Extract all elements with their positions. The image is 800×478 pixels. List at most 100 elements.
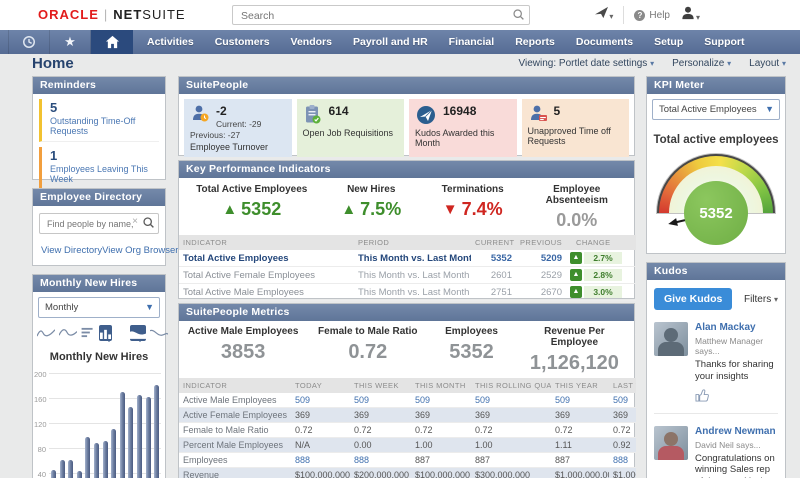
top-bar-divider bbox=[623, 6, 624, 24]
reminder-time-off[interactable]: 5 Outstanding Time-Off Requests bbox=[39, 99, 159, 142]
recent-records-button[interactable] bbox=[8, 30, 50, 54]
employee-directory-header[interactable]: Employee Directory bbox=[33, 189, 165, 206]
chart-type-line-2[interactable] bbox=[59, 325, 77, 339]
hires-chart-plot: 4080120160200 bbox=[49, 369, 161, 478]
trend-period-select[interactable]: Monthly ▼ bbox=[38, 297, 160, 318]
metrics-row[interactable]: Revenue$100,000,000$200,000,000$100,000,… bbox=[179, 468, 636, 478]
post-author-link[interactable]: Alan Mackay bbox=[695, 322, 778, 335]
kudos-actions: Give Kudos Filters ▾ bbox=[654, 288, 778, 310]
thumbs-up-icon[interactable] bbox=[695, 388, 778, 406]
bar[interactable] bbox=[51, 470, 56, 478]
chart-type-line-3[interactable] bbox=[150, 325, 168, 339]
give-kudos-button[interactable]: Give Kudos bbox=[654, 288, 732, 310]
bar[interactable] bbox=[137, 395, 142, 478]
bar[interactable] bbox=[128, 407, 133, 478]
people-search-icon[interactable] bbox=[142, 216, 155, 234]
chart-type-bar-active[interactable] bbox=[99, 325, 112, 341]
bar[interactable] bbox=[103, 441, 108, 478]
layout-dropdown[interactable]: Layout ▾ bbox=[749, 58, 786, 69]
logo-divider: | bbox=[104, 7, 108, 22]
metrics-headline-ratio: Female to Male Ratio 0.72 bbox=[307, 326, 428, 375]
metrics-header[interactable]: SuitePeople Metrics bbox=[179, 304, 634, 321]
kudos-filters-dropdown[interactable]: Filters ▾ bbox=[744, 294, 778, 305]
shortcuts-button[interactable]: ★ bbox=[50, 30, 91, 54]
suitepeople-portlet: SuitePeople -2 Current: -29 Previous: -2… bbox=[178, 76, 635, 156]
hires-trend-header[interactable]: Monthly New Hires Trend bbox=[33, 275, 165, 292]
home-tab[interactable] bbox=[91, 30, 133, 54]
metrics-table-header: INDICATORTODAYTHIS WEEKTHIS MONTHTHIS RO… bbox=[179, 378, 636, 393]
reminders-header[interactable]: Reminders bbox=[33, 77, 165, 94]
reminder-label[interactable]: Outstanding Time-Off Requests bbox=[50, 116, 159, 136]
page-title: Home bbox=[32, 55, 74, 72]
bar[interactable] bbox=[120, 392, 125, 478]
nav-documents[interactable]: Documents bbox=[576, 36, 633, 48]
nav-activities[interactable]: Activities bbox=[147, 36, 194, 48]
chart-type-area-active[interactable] bbox=[130, 325, 146, 341]
bar[interactable] bbox=[85, 437, 90, 478]
bar[interactable] bbox=[154, 385, 159, 478]
nav-reports[interactable]: Reports bbox=[515, 36, 555, 48]
page-controls: Viewing: Portlet date settings ▾ Persona… bbox=[519, 58, 786, 69]
trend-period-value: Monthly bbox=[45, 302, 78, 313]
kpi-header[interactable]: Key Performance Indicators bbox=[179, 161, 634, 178]
reminder-count: 1 bbox=[50, 148, 159, 163]
metrics-row[interactable]: Active Male Employees509509509509509509 bbox=[179, 393, 636, 408]
people-search-input[interactable] bbox=[45, 216, 137, 231]
bar[interactable] bbox=[146, 397, 151, 478]
view-org-browser-link[interactable]: View Org Browser bbox=[102, 245, 178, 256]
kpi-row-female[interactable]: Total Active Female Employees This Month… bbox=[179, 267, 636, 284]
nav-setup[interactable]: Setup bbox=[654, 36, 683, 48]
metrics-row[interactable]: Percent Male EmployeesN/A0.001.001.001.1… bbox=[179, 438, 636, 453]
nav-payroll-hr[interactable]: Payroll and HR bbox=[353, 36, 428, 48]
bar[interactable] bbox=[94, 443, 99, 478]
post-author-link[interactable]: Andrew Newman bbox=[695, 426, 778, 439]
oracle-netsuite-logo: ORACLE|NETSUITE bbox=[38, 7, 186, 22]
kpi-table-header: INDICATOR PERIOD CURRENT PREVIOUS CHANGE bbox=[179, 235, 636, 250]
suitepeople-header[interactable]: SuitePeople bbox=[179, 77, 634, 94]
tile-kudos-awarded[interactable]: 16948 Kudos Awarded this Month bbox=[409, 99, 517, 157]
metrics-row[interactable]: Employees888888887887887888 bbox=[179, 453, 636, 468]
bar[interactable] bbox=[68, 460, 73, 478]
top-bar: ORACLE|NETSUITE ▾ ? Help ▾ bbox=[0, 0, 800, 31]
global-search[interactable] bbox=[232, 5, 530, 25]
bar[interactable] bbox=[111, 429, 116, 478]
kudos-header[interactable]: Kudos bbox=[647, 263, 785, 280]
kpi-meter-select[interactable]: Total Active Employees ▼ bbox=[652, 99, 780, 120]
nav-financial[interactable]: Financial bbox=[449, 36, 495, 48]
reminder-leaving[interactable]: 1 Employees Leaving This Week bbox=[39, 147, 159, 190]
view-directory-link[interactable]: View Directory bbox=[41, 245, 102, 256]
tile-unapproved-time-off[interactable]: 5 Unapproved Time off Requests bbox=[522, 99, 630, 157]
up-arrow-icon: ▲ bbox=[222, 201, 237, 218]
viewing-dropdown[interactable]: Viewing: Portlet date settings ▾ bbox=[519, 58, 655, 69]
personalize-dropdown[interactable]: Personalize ▾ bbox=[672, 58, 731, 69]
search-icon[interactable] bbox=[512, 8, 525, 26]
kpi-row-total-active[interactable]: Total Active Employees This Month vs. La… bbox=[179, 250, 636, 267]
help-icon: ? bbox=[634, 10, 645, 21]
kpi-row-male[interactable]: Total Active Male Employees This Month v… bbox=[179, 284, 636, 301]
nav-customers[interactable]: Customers bbox=[215, 36, 270, 48]
up-arrow-icon: ▲ bbox=[570, 252, 582, 264]
metrics-portlet: SuitePeople Metrics Active Male Employee… bbox=[178, 303, 635, 478]
tile-open-requisitions[interactable]: 614 Open Job Requisitions bbox=[297, 99, 405, 157]
main-nav: ★ Activities Customers Vendors Payroll a… bbox=[0, 30, 800, 54]
nav-support[interactable]: Support bbox=[704, 36, 744, 48]
chart-type-line-1[interactable] bbox=[37, 325, 55, 339]
quick-add-icon[interactable]: ▾ bbox=[594, 6, 613, 24]
reminder-label[interactable]: Employees Leaving This Week bbox=[50, 164, 159, 184]
bar[interactable] bbox=[77, 471, 82, 478]
kpi-headline-absenteeism: Employee Absenteeism 0.0% bbox=[523, 184, 630, 231]
tile-employee-turnover[interactable]: -2 Current: -29 Previous: -27 Employee T… bbox=[184, 99, 292, 157]
user-menu[interactable]: ▾ bbox=[680, 5, 700, 25]
metrics-row[interactable]: Female to Male Ratio0.720.720.720.720.72… bbox=[179, 423, 636, 438]
bar[interactable] bbox=[60, 460, 65, 478]
people-search[interactable]: × bbox=[39, 213, 159, 234]
chart-type-list[interactable] bbox=[81, 325, 95, 339]
nav-vendors[interactable]: Vendors bbox=[291, 36, 332, 48]
help-menu[interactable]: ? Help bbox=[634, 10, 670, 21]
hires-trend-portlet: Monthly New Hires Trend Monthly ▼ Monthl… bbox=[32, 274, 166, 478]
metrics-table: INDICATORTODAYTHIS WEEKTHIS MONTHTHIS RO… bbox=[179, 378, 636, 478]
kpi-meter-header[interactable]: KPI Meter bbox=[647, 77, 785, 94]
metrics-row[interactable]: Active Female Employees36936936936936936… bbox=[179, 408, 636, 423]
global-search-input[interactable] bbox=[239, 7, 503, 24]
clear-search-icon[interactable]: × bbox=[132, 216, 138, 227]
